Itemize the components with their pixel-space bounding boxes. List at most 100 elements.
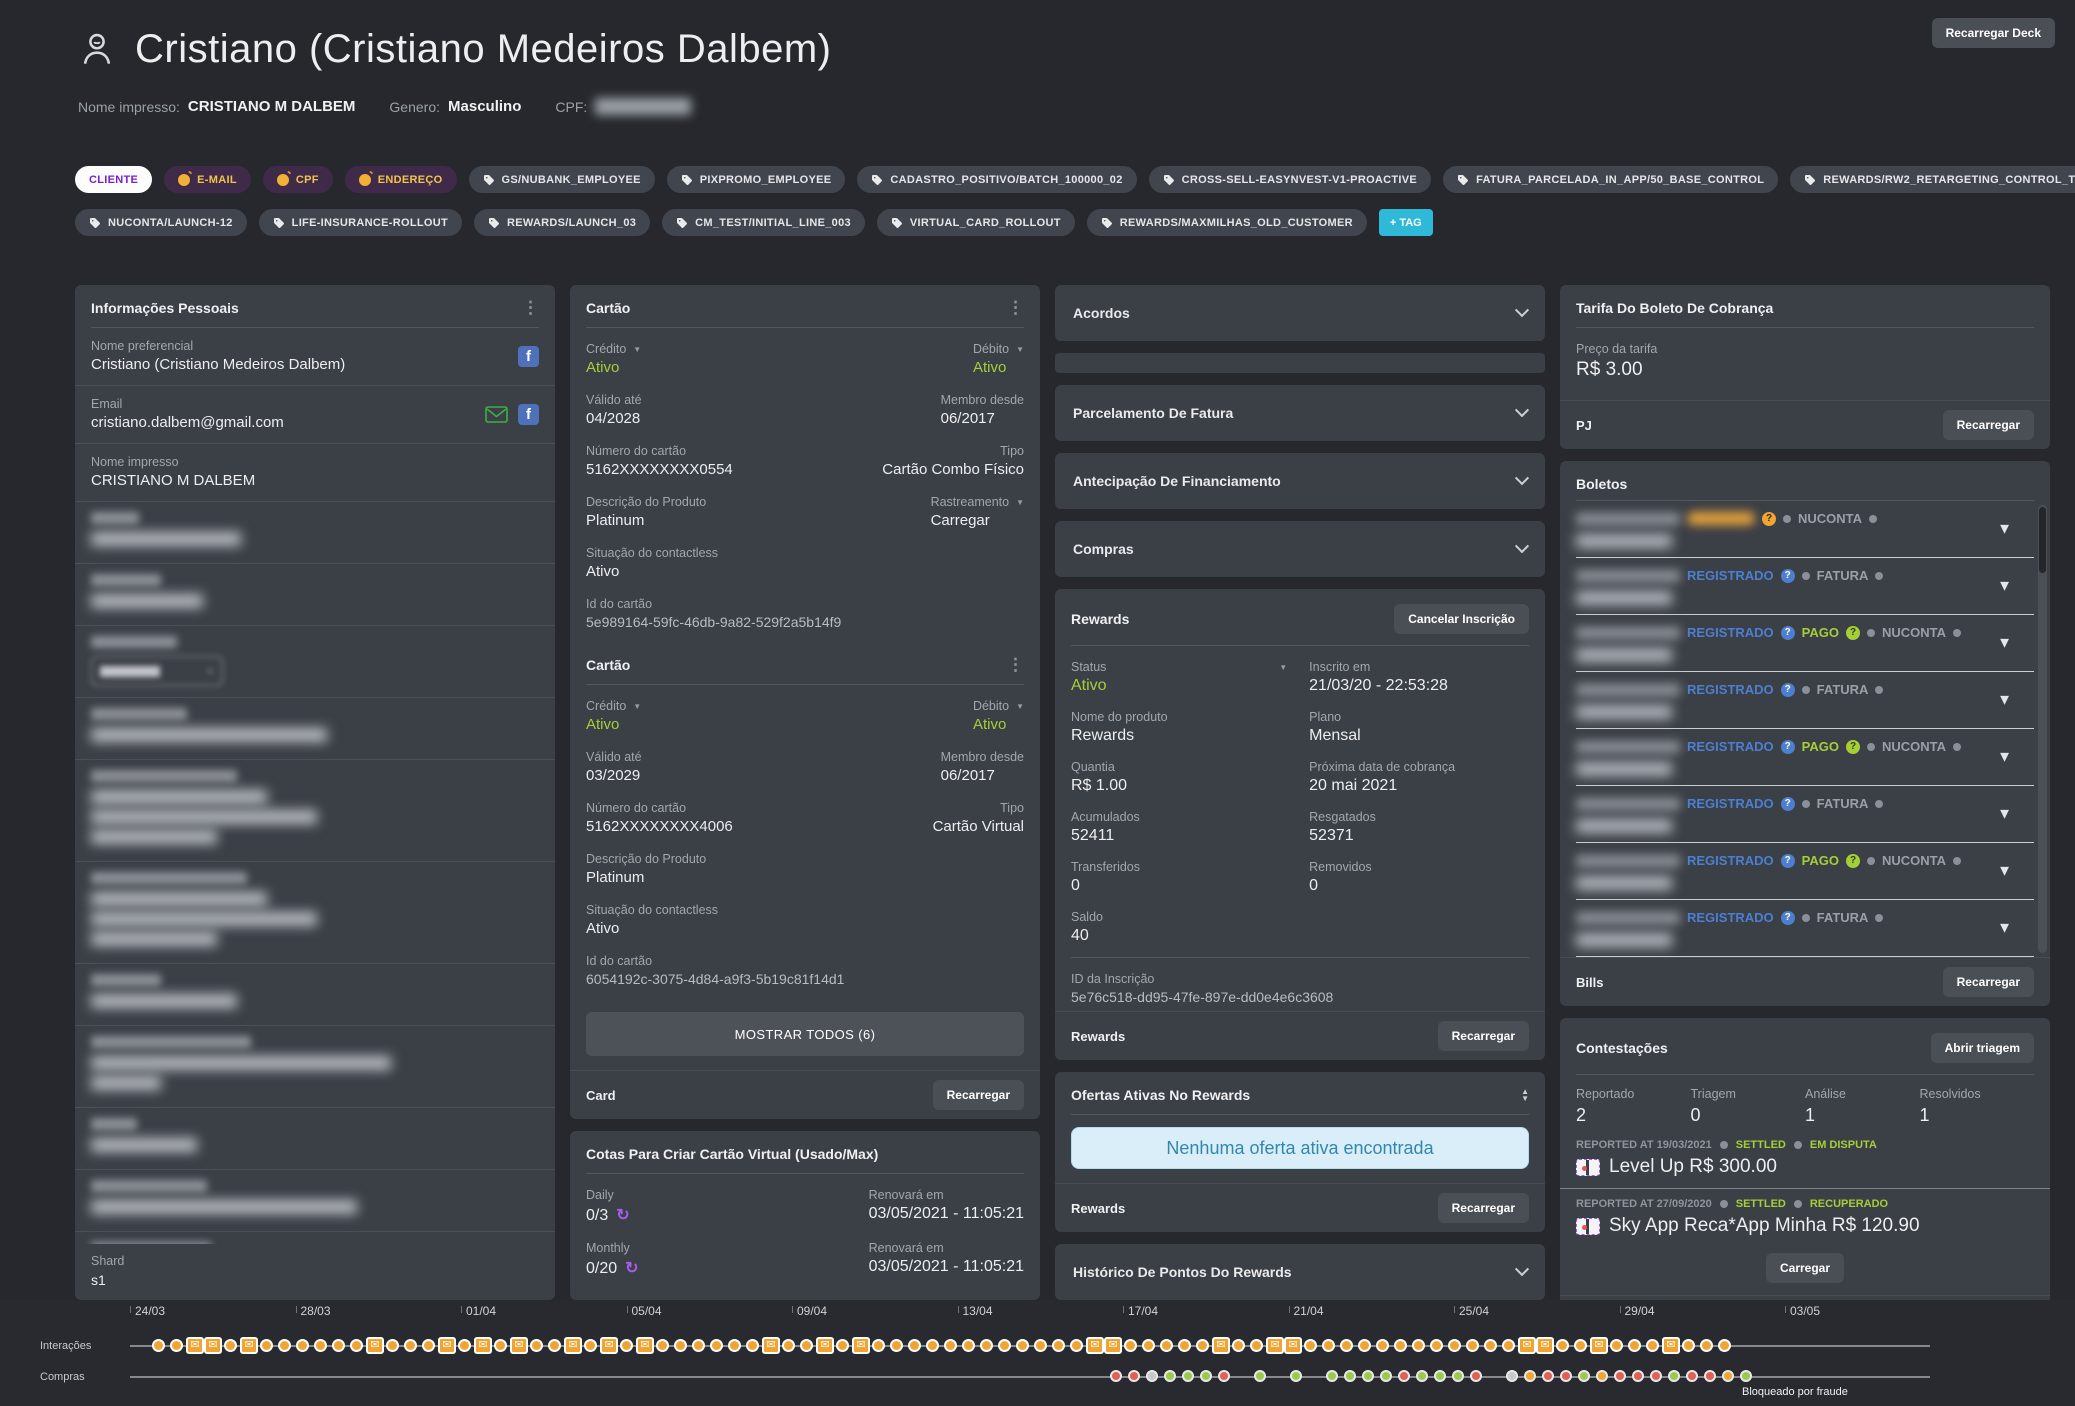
expand-triangle-icon[interactable]: ▼ [1997,920,2012,937]
interaction-envelope-icon[interactable]: ✉ [1662,1337,1680,1354]
interaction-dot[interactable] [1394,1339,1407,1352]
filter-triangle-icon[interactable]: ▼ [1279,663,1287,672]
interaction-dot[interactable] [1052,1339,1065,1352]
purchase-dot[interactable] [1506,1370,1518,1382]
interaction-dot[interactable] [1358,1339,1371,1352]
interaction-dot[interactable] [422,1339,435,1352]
help-icon[interactable]: ? [1781,797,1795,811]
tag-pill[interactable]: CADASTRO_POSITIVO/BATCH_100000_02 [857,166,1136,193]
accordion-parcelamento-de-fatura[interactable]: Parcelamento De Fatura [1055,385,1545,441]
interaction-dot[interactable] [1376,1339,1389,1352]
reload-boletos-button[interactable]: Recarregar [1943,967,2034,997]
rewards-points-history-accordion[interactable]: Histórico De Pontos Do Rewards [1055,1244,1545,1300]
interaction-dot[interactable] [1250,1339,1263,1352]
purchase-dot[interactable] [1470,1370,1482,1382]
accordion-compras[interactable]: Compras [1055,521,1545,577]
facebook-icon[interactable]: f [518,346,539,367]
filter-triangle-icon[interactable]: ▼ [1016,498,1024,507]
purchase-dot[interactable] [1542,1370,1554,1382]
purchase-dot[interactable] [1578,1370,1590,1382]
purchase-dot[interactable] [1416,1370,1428,1382]
interaction-dot[interactable] [1304,1339,1317,1352]
interaction-dot[interactable] [908,1339,921,1352]
scrollbar-track[interactable] [2038,505,2047,953]
kebab-menu-icon[interactable]: ⋮ [1007,303,1024,313]
chargeback-row[interactable]: REPORTED AT 27/09/2020SETTLEDRECUPERADOS… [1560,1188,2050,1247]
tag-pill[interactable]: REWARDS/MAXMILHAS_OLD_CUSTOMER [1087,209,1367,236]
refresh-icon[interactable]: ↻ [625,1260,638,1277]
interaction-dot[interactable] [800,1339,813,1352]
marital-status-select[interactable]: ▼ [91,656,223,686]
help-icon[interactable]: ? [1781,911,1795,925]
interaction-dot[interactable] [548,1339,561,1352]
interaction-dot[interactable] [458,1339,471,1352]
interaction-dot[interactable] [836,1339,849,1352]
interaction-dot[interactable] [224,1339,237,1352]
interaction-dot[interactable] [710,1339,723,1352]
interaction-dot[interactable] [872,1339,885,1352]
interaction-dot[interactable] [296,1339,309,1352]
show-all-cards-button[interactable]: MOSTRAR TODOS (6) [586,1012,1024,1056]
tag-pill[interactable]: ENDEREÇO [345,166,457,193]
interaction-dot[interactable] [1682,1339,1695,1352]
interaction-dot[interactable] [332,1339,345,1352]
interaction-envelope-icon[interactable]: ✉ [1284,1337,1302,1354]
interaction-dot[interactable] [656,1339,669,1352]
interaction-envelope-icon[interactable]: ✉ [204,1337,222,1354]
help-icon[interactable]: ? [1781,683,1795,697]
interaction-dot[interactable] [1610,1339,1623,1352]
help-icon[interactable]: ? [1846,626,1860,640]
expand-triangle-icon[interactable]: ▼ [1997,863,2012,880]
purchase-dot[interactable] [1704,1370,1716,1382]
interaction-envelope-icon[interactable]: ✉ [240,1337,258,1354]
boleto-row[interactable]: REGISTRADO?FATURA▼ [1576,786,2034,843]
interaction-dot[interactable] [404,1339,417,1352]
expand-triangle-icon[interactable]: ▼ [1997,521,2012,538]
reload-cards-button[interactable]: Recarregar [933,1080,1024,1110]
filter-triangle-icon[interactable]: ▼ [633,345,641,354]
purchase-dot[interactable] [1218,1370,1230,1382]
interaction-dot[interactable] [1016,1339,1029,1352]
interaction-dot[interactable] [980,1339,993,1352]
interaction-dot[interactable] [1628,1339,1641,1352]
interaction-dot[interactable] [260,1339,273,1352]
interaction-envelope-icon[interactable]: ✉ [600,1337,618,1354]
interaction-envelope-icon[interactable]: ✉ [1518,1337,1536,1354]
kebab-menu-icon[interactable]: ⋮ [1007,660,1024,670]
interaction-dot[interactable] [782,1339,795,1352]
boleto-row[interactable]: REGISTRADO?PAGO?NUCONTA▼ [1576,843,2034,900]
tag-pill[interactable]: LIFE-INSURANCE-ROLLOUT [259,209,462,236]
expand-triangle-icon[interactable]: ▼ [1997,578,2012,595]
interaction-dot[interactable] [386,1339,399,1352]
boleto-row[interactable]: REGISTRADO?PAGO?NUCONTA▼ [1576,615,2034,672]
boleto-row[interactable]: REGISTRADO?FATURA▼ [1576,558,2034,615]
interaction-dot[interactable] [350,1339,363,1352]
purchase-dot[interactable] [1110,1370,1122,1382]
interaction-dot[interactable] [1574,1339,1587,1352]
help-icon[interactable]: ? [1846,854,1860,868]
interaction-dot[interactable] [1160,1339,1173,1352]
purchase-dot[interactable] [1182,1370,1194,1382]
expand-triangle-icon[interactable]: ▼ [1997,749,2012,766]
purchase-dot[interactable] [1668,1370,1680,1382]
interaction-dot[interactable] [1448,1339,1461,1352]
interaction-dot[interactable] [530,1339,543,1352]
interaction-envelope-icon[interactable]: ✉ [1104,1337,1122,1354]
interaction-envelope-icon[interactable]: ✉ [438,1337,456,1354]
interaction-dot[interactable] [1322,1339,1335,1352]
interaction-dot[interactable] [1142,1339,1155,1352]
purchase-dot[interactable] [1380,1370,1392,1382]
purchase-dot[interactable] [1614,1370,1626,1382]
facebook-icon[interactable]: f [518,404,539,425]
purchase-dot[interactable] [1434,1370,1446,1382]
tag-pill[interactable]: REWARDS/LAUNCH_03 [474,209,650,236]
filter-triangle-icon[interactable]: ▼ [1016,702,1024,711]
add-tag-button[interactable]: + TAG [1379,209,1433,236]
interaction-envelope-icon[interactable]: ✉ [1536,1337,1554,1354]
interaction-dot[interactable] [584,1339,597,1352]
interaction-envelope-icon[interactable]: ✉ [852,1337,870,1354]
interaction-dot[interactable] [152,1339,165,1352]
interaction-envelope-icon[interactable]: ✉ [636,1337,654,1354]
purchase-dot[interactable] [1740,1370,1752,1382]
interaction-dot[interactable] [1232,1339,1245,1352]
